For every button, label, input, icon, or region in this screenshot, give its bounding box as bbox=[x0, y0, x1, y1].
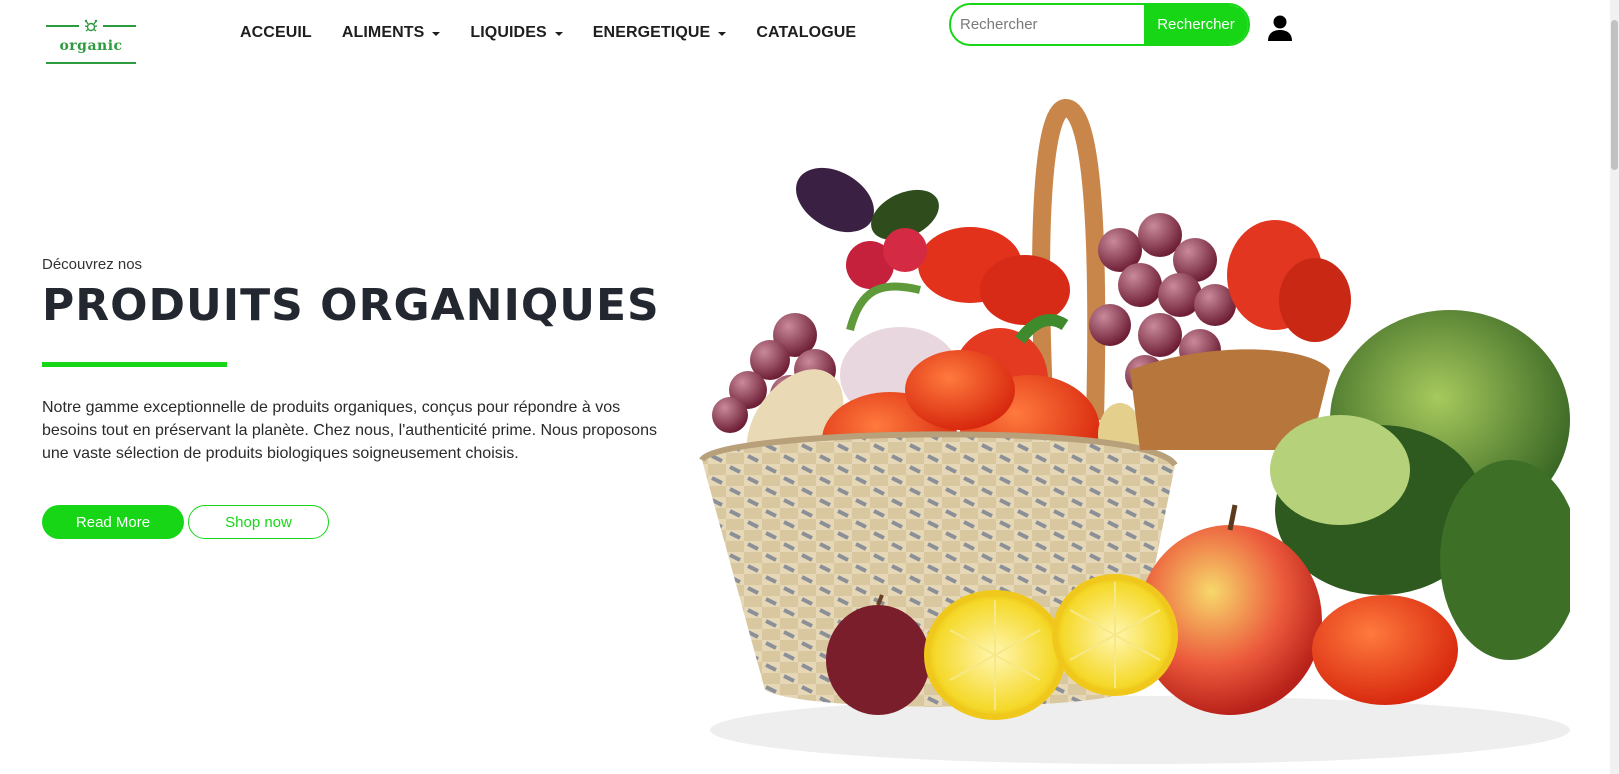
logo-line-left bbox=[46, 25, 79, 27]
search-button[interactable]: Rechercher bbox=[1144, 5, 1248, 44]
logo-line-right bbox=[103, 25, 136, 27]
nav-item-acceuil[interactable]: ACCEUIL bbox=[240, 24, 312, 42]
nav-label: LIQUIDES bbox=[470, 24, 547, 41]
nav-item-catalogue[interactable]: CATALOGUE bbox=[756, 24, 856, 42]
search-input[interactable] bbox=[951, 5, 1144, 44]
logo[interactable]: organic bbox=[46, 12, 136, 66]
hero-divider bbox=[42, 362, 227, 367]
hero-title: PRODUITS ORGANIQUES bbox=[42, 280, 660, 331]
shop-now-button[interactable]: Shop now bbox=[188, 505, 329, 539]
scroll-thumb[interactable] bbox=[1611, 20, 1618, 170]
caret-down-icon bbox=[554, 31, 563, 36]
nav-item-aliments[interactable]: ALIMENTS bbox=[342, 24, 441, 42]
nav-label: ACCEUIL bbox=[240, 24, 312, 41]
caret-down-icon bbox=[432, 31, 441, 36]
caret-down-icon bbox=[718, 31, 727, 36]
nav-item-liquides[interactable]: LIQUIDES bbox=[470, 24, 563, 42]
hero-basket-image bbox=[699, 99, 1570, 764]
logo-underline bbox=[46, 62, 136, 64]
main-nav: ACCEUIL ALIMENTS LIQUIDES ENERGETIQUE CA… bbox=[240, 22, 886, 44]
read-more-button[interactable]: Read More bbox=[42, 505, 184, 539]
hero-description: Notre gamme exceptionnelle de produits o… bbox=[42, 399, 657, 462]
nav-label: ALIMENTS bbox=[341, 24, 425, 41]
nav-label: CATALOGUE bbox=[756, 24, 857, 41]
page-scrollbar[interactable] bbox=[1610, 0, 1619, 774]
logo-text: organic bbox=[59, 38, 123, 54]
nav-label: ENERGETIQUE bbox=[592, 24, 711, 41]
hero-kicker: Découvrez nos bbox=[42, 256, 143, 273]
nav-item-energetique[interactable]: ENERGETIQUE bbox=[593, 24, 727, 42]
user-icon[interactable] bbox=[1266, 14, 1294, 42]
search-form: Rechercher bbox=[949, 3, 1250, 46]
crab-icon bbox=[84, 19, 98, 32]
